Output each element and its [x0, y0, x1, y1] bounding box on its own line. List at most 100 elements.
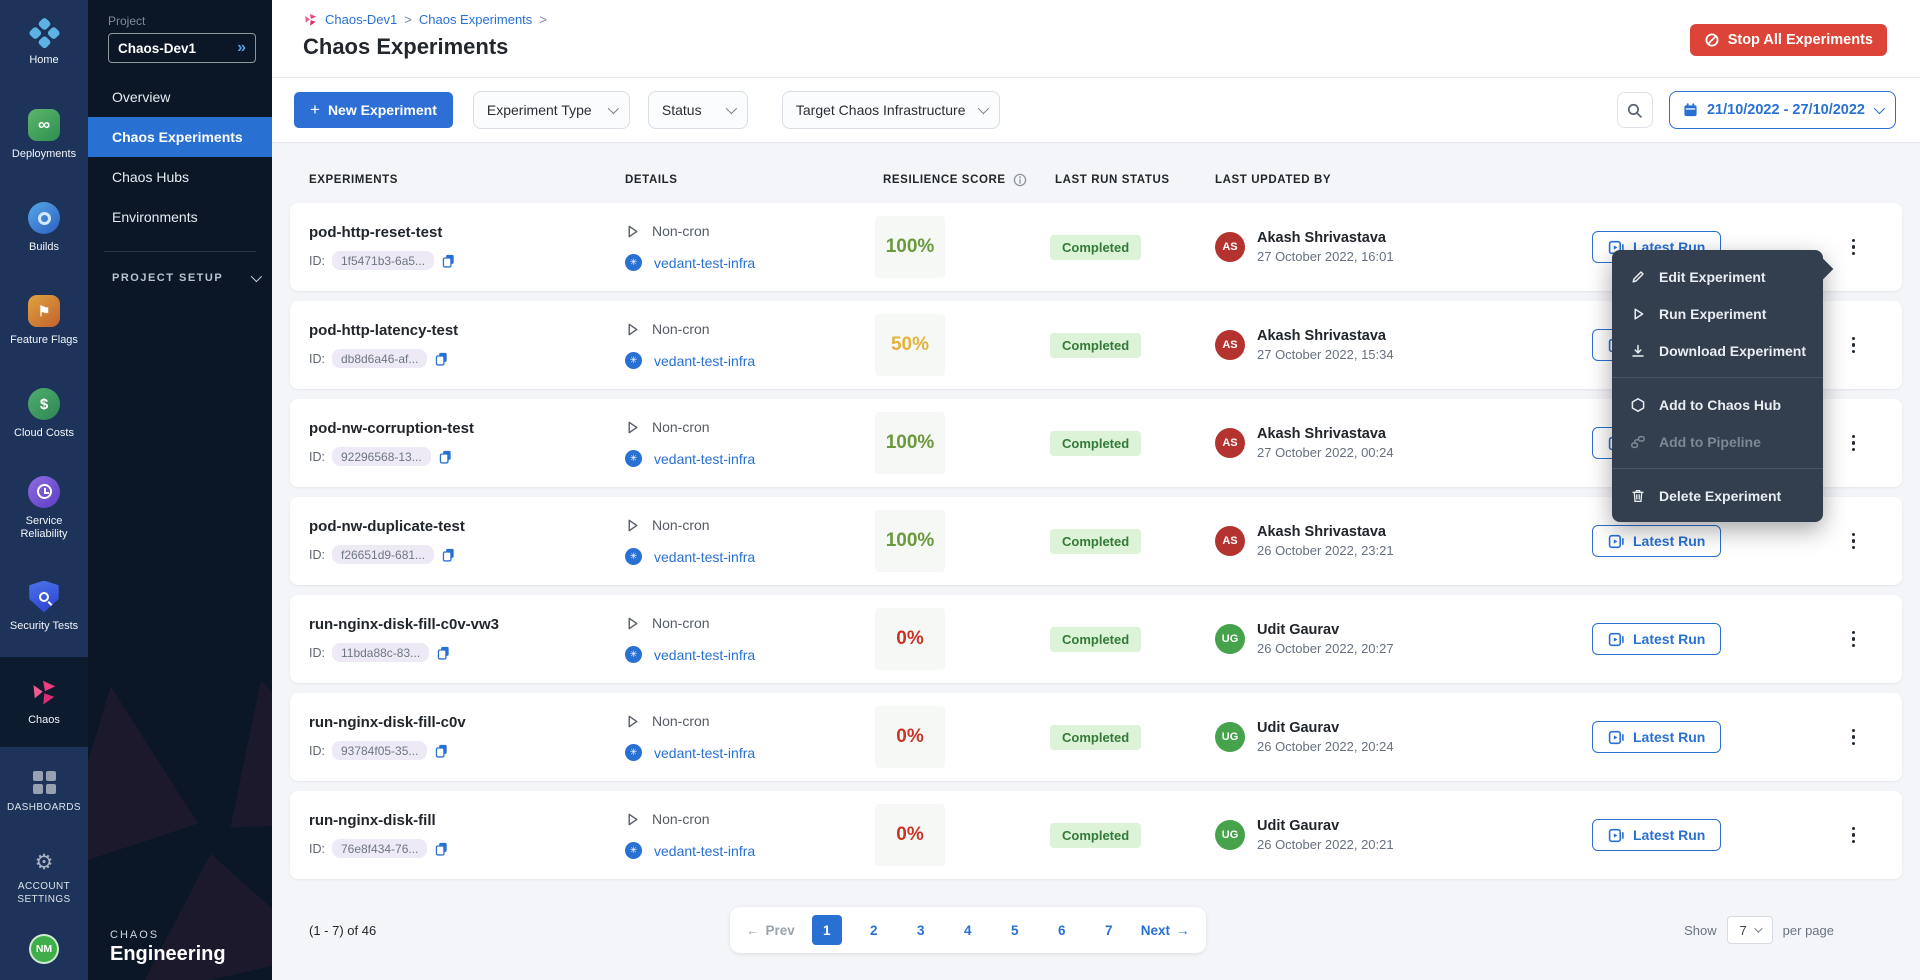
infrastructure-link[interactable]: vedant-test-infra	[654, 353, 755, 369]
menu-delete-experiment[interactable]: Delete Experiment	[1612, 477, 1823, 514]
latest-run-button[interactable]: Latest Run	[1592, 623, 1721, 655]
date-range-picker[interactable]: 21/10/2022 - 27/10/2022	[1669, 91, 1896, 129]
updated-timestamp: 26 October 2022, 20:24	[1257, 739, 1394, 754]
row-menu-button[interactable]	[1845, 430, 1863, 457]
calendar-icon	[1683, 102, 1698, 118]
next-page-button[interactable]: Next →	[1141, 923, 1190, 938]
experiment-name[interactable]: pod-http-reset-test	[309, 224, 625, 241]
menu-add-to-pipeline[interactable]: Add to Pipeline	[1612, 423, 1823, 460]
menu-run-experiment[interactable]: Run Experiment	[1612, 295, 1823, 332]
row-menu-button[interactable]	[1845, 234, 1863, 261]
updated-timestamp: 26 October 2022, 20:21	[1257, 837, 1394, 852]
menu-add-to-chaos-hub[interactable]: Add to Chaos Hub	[1612, 386, 1823, 423]
user-name: Udit Gaurav	[1257, 720, 1394, 736]
page-button[interactable]: 5	[1000, 915, 1030, 945]
copy-icon[interactable]	[434, 351, 449, 367]
experiment-id: 92296568-13...	[332, 447, 431, 466]
play-icon	[625, 224, 640, 239]
rail-item-deployments[interactable]: ∞ Deployments	[0, 88, 88, 182]
row-menu-button[interactable]	[1845, 626, 1863, 653]
row-menu-button[interactable]	[1845, 332, 1863, 359]
copy-icon[interactable]	[434, 841, 449, 857]
experiment-row[interactable]: run-nginx-disk-fill ID: 76e8f434-76...	[290, 791, 1902, 879]
experiment-context-menu: Edit Experiment Run Experiment Download …	[1612, 250, 1823, 522]
copy-icon[interactable]	[436, 645, 451, 661]
rail-item-cloud-costs[interactable]: $ Cloud Costs	[0, 368, 88, 460]
rail-item-feature-flags[interactable]: ⚑ Feature Flags	[0, 274, 88, 368]
stop-all-experiments-button[interactable]: Stop All Experiments	[1690, 24, 1887, 56]
sidebar-item[interactable]: Environments	[88, 197, 272, 237]
sidebar-item[interactable]: Chaos Experiments	[88, 117, 272, 157]
experiment-name[interactable]: pod-nw-duplicate-test	[309, 518, 625, 535]
trash-icon	[1630, 488, 1646, 504]
infrastructure-link[interactable]: vedant-test-infra	[654, 843, 755, 859]
rail-item-home[interactable]: Home	[0, 0, 88, 88]
copy-icon[interactable]	[441, 547, 456, 563]
page-button[interactable]: 4	[953, 915, 983, 945]
page-button[interactable]: 6	[1047, 915, 1077, 945]
updated-timestamp: 27 October 2022, 15:34	[1257, 347, 1394, 362]
new-experiment-button[interactable]: + New Experiment	[294, 92, 453, 128]
rail-item-service-reliability[interactable]: Service Reliability	[0, 460, 88, 556]
row-menu-button[interactable]	[1845, 528, 1863, 555]
status-badge: Completed	[1050, 627, 1141, 652]
pagination-summary: (1 - 7) of 46	[290, 923, 730, 938]
per-page-select[interactable]: 7	[1727, 916, 1773, 944]
user-avatar[interactable]: NM	[29, 934, 59, 964]
arrow-right-icon: →	[1176, 923, 1190, 938]
menu-edit-experiment[interactable]: Edit Experiment	[1612, 258, 1823, 295]
filter-status[interactable]: Status	[648, 91, 748, 129]
security-tests-icon	[28, 581, 60, 613]
infrastructure-link[interactable]: vedant-test-infra	[654, 647, 755, 663]
infrastructure-link[interactable]: vedant-test-infra	[654, 549, 755, 565]
row-menu-button[interactable]	[1845, 724, 1863, 751]
row-menu-button[interactable]	[1845, 822, 1863, 849]
prev-page-button[interactable]: ← Prev	[746, 923, 795, 938]
copy-icon[interactable]	[438, 449, 453, 465]
id-label: ID:	[309, 646, 325, 660]
rail-item-account-settings[interactable]: ⚙ ACCOUNT SETTINGS	[0, 838, 88, 920]
run-history-icon	[1608, 827, 1625, 844]
filter-experiment-type[interactable]: Experiment Type	[473, 91, 630, 129]
menu-download-experiment[interactable]: Download Experiment	[1612, 332, 1823, 369]
sidebar-item[interactable]: Chaos Hubs	[88, 157, 272, 197]
copy-icon[interactable]	[434, 743, 449, 759]
latest-run-button[interactable]: Latest Run	[1592, 525, 1721, 557]
breadcrumb-link-experiments[interactable]: Chaos Experiments	[419, 12, 532, 27]
experiment-row[interactable]: run-nginx-disk-fill-c0v-vw3 ID: 11bda88c…	[290, 595, 1902, 683]
deployments-icon: ∞	[28, 109, 60, 141]
experiment-name[interactable]: run-nginx-disk-fill-c0v-vw3	[309, 616, 625, 633]
infrastructure-link[interactable]: vedant-test-infra	[654, 451, 755, 467]
breadcrumb-link-project[interactable]: Chaos-Dev1	[325, 12, 397, 27]
rail-item-builds[interactable]: Builds	[0, 182, 88, 274]
page-button[interactable]: 1	[812, 915, 842, 945]
info-icon[interactable]	[1013, 173, 1027, 187]
rail-item-security-tests[interactable]: Security Tests	[0, 556, 88, 657]
resilience-score: 100%	[875, 412, 945, 474]
copy-icon[interactable]	[441, 253, 456, 269]
experiment-name[interactable]: pod-http-latency-test	[309, 322, 625, 339]
page-button[interactable]: 2	[859, 915, 889, 945]
experiment-name[interactable]: run-nginx-disk-fill-c0v	[309, 714, 625, 731]
rail-item-dashboards[interactable]: DASHBOARDS	[0, 747, 88, 838]
infrastructure-link[interactable]: vedant-test-infra	[654, 745, 755, 761]
sidebar-item[interactable]: Overview	[88, 77, 272, 117]
experiment-name[interactable]: run-nginx-disk-fill	[309, 812, 625, 829]
expand-project-icon[interactable]: »	[237, 39, 246, 57]
user-name: Udit Gaurav	[1257, 622, 1394, 638]
project-setup-toggle[interactable]: PROJECT SETUP	[88, 258, 272, 298]
latest-run-button[interactable]: Latest Run	[1592, 819, 1721, 851]
page-button[interactable]: 3	[906, 915, 936, 945]
experiment-name[interactable]: pod-nw-corruption-test	[309, 420, 625, 437]
filter-target-chaos-infrastructure[interactable]: Target Chaos Infrastructure	[782, 91, 1000, 129]
infrastructure-link[interactable]: vedant-test-infra	[654, 255, 755, 271]
experiment-row[interactable]: run-nginx-disk-fill-c0v ID: 93784f05-35.…	[290, 693, 1902, 781]
latest-run-button[interactable]: Latest Run	[1592, 721, 1721, 753]
page-button[interactable]: 7	[1094, 915, 1124, 945]
divider	[1612, 377, 1823, 378]
user-name: Akash Shrivastava	[1257, 426, 1394, 442]
project-selector[interactable]: Chaos-Dev1 »	[108, 33, 256, 63]
search-button[interactable]	[1617, 92, 1653, 128]
id-label: ID:	[309, 352, 325, 366]
rail-item-chaos[interactable]: Chaos	[0, 657, 88, 747]
